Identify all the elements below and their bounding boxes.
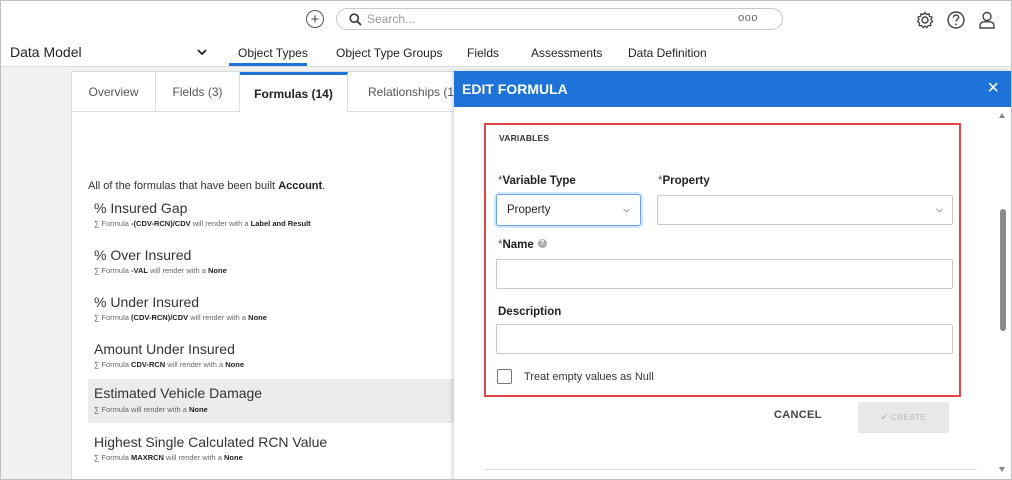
- nav-tab-assessments[interactable]: Assessments: [531, 46, 602, 60]
- add-icon[interactable]: +: [306, 10, 324, 28]
- formulas-panel: Overview Fields (3) Formulas (14) Relati…: [71, 71, 462, 479]
- chevron-down-icon[interactable]: [196, 47, 208, 57]
- divider: [484, 469, 977, 470]
- chevron-down-icon: [623, 208, 630, 213]
- null-checkbox-label[interactable]: Treat empty values as Null: [524, 371, 654, 383]
- user-icon[interactable]: [977, 10, 997, 30]
- variable-type-select[interactable]: Property: [496, 194, 641, 226]
- nav-tab-data-definition[interactable]: Data Definition: [628, 46, 707, 60]
- nav-tab-object-type-groups[interactable]: Object Type Groups: [336, 46, 443, 60]
- description-field[interactable]: [496, 324, 953, 354]
- tab-formulas[interactable]: Formulas (14): [240, 72, 348, 112]
- null-checkbox[interactable]: [497, 369, 512, 384]
- formulas-intro: All of the formulas that have been built…: [88, 180, 326, 192]
- help-icon[interactable]: [946, 10, 966, 30]
- search-icon: [349, 13, 362, 26]
- nav-bar: Data Model Object Types Object Type Grou…: [1, 39, 1011, 67]
- formula-item[interactable]: Amount Under Insured ∑ Formula CDV-RCN w…: [88, 337, 458, 381]
- nav-tab-fields[interactable]: Fields: [467, 46, 499, 60]
- scrollbar[interactable]: [995, 107, 1011, 479]
- info-icon[interactable]: ?: [537, 239, 547, 248]
- property-label: *Property: [658, 175, 710, 187]
- scrollbar-thumb[interactable]: [1000, 209, 1006, 331]
- app-frame: + Search... ooo Data Model Object Types …: [0, 0, 1012, 480]
- search-options-button[interactable]: ooo: [738, 12, 758, 24]
- name-field[interactable]: [496, 259, 953, 289]
- edit-formula-drawer: EDIT FORMULA × VARIABLES *Variable Type …: [454, 71, 1011, 479]
- scroll-up-icon[interactable]: [999, 113, 1005, 118]
- section-title: VARIABLES: [499, 133, 550, 143]
- formula-item[interactable]: % Over Insured ∑ Formula -VAL will rende…: [88, 243, 458, 287]
- variable-type-label: *Variable Type: [498, 175, 576, 187]
- page-title: Data Model: [10, 44, 82, 60]
- top-bar: + Search... ooo: [1, 1, 1011, 39]
- close-icon[interactable]: ×: [987, 78, 999, 98]
- tab-overview[interactable]: Overview: [72, 72, 156, 112]
- formula-item[interactable]: Highest Single Calculated RCN Value ∑ Fo…: [88, 430, 458, 474]
- scroll-down-icon[interactable]: [999, 467, 1005, 472]
- formula-item[interactable]: % Under Insured ∑ Formula (CDV-RCN)/CDV …: [88, 290, 458, 334]
- description-label: Description: [498, 306, 562, 318]
- drawer-title: EDIT FORMULA: [462, 81, 568, 97]
- search-input[interactable]: Search... ooo: [336, 8, 783, 30]
- cancel-button[interactable]: CANCEL: [774, 409, 822, 421]
- name-label: *Name?: [498, 239, 547, 251]
- drawer-header: EDIT FORMULA ×: [454, 71, 1011, 107]
- formula-item-highlighted[interactable]: Estimated Vehicle Damage ∑ Formula will …: [88, 379, 458, 423]
- active-tab-indicator: [229, 63, 307, 66]
- tab-row: Overview Fields (3) Formulas (14) Relati…: [72, 72, 462, 112]
- tab-fields[interactable]: Fields (3): [156, 72, 240, 112]
- chevron-down-icon: [936, 208, 943, 213]
- tab-relationships[interactable]: Relationships (1): [348, 72, 462, 112]
- search-placeholder: Search...: [367, 12, 416, 26]
- settings-icon[interactable]: [915, 10, 935, 30]
- property-select[interactable]: [657, 195, 953, 225]
- create-button[interactable]: ✔ CREATE: [858, 402, 949, 433]
- formula-item[interactable]: % Insured Gap ∑ Formula -(CDV-RCN)/CDV w…: [88, 196, 458, 240]
- nav-tab-object-types[interactable]: Object Types: [238, 46, 308, 60]
